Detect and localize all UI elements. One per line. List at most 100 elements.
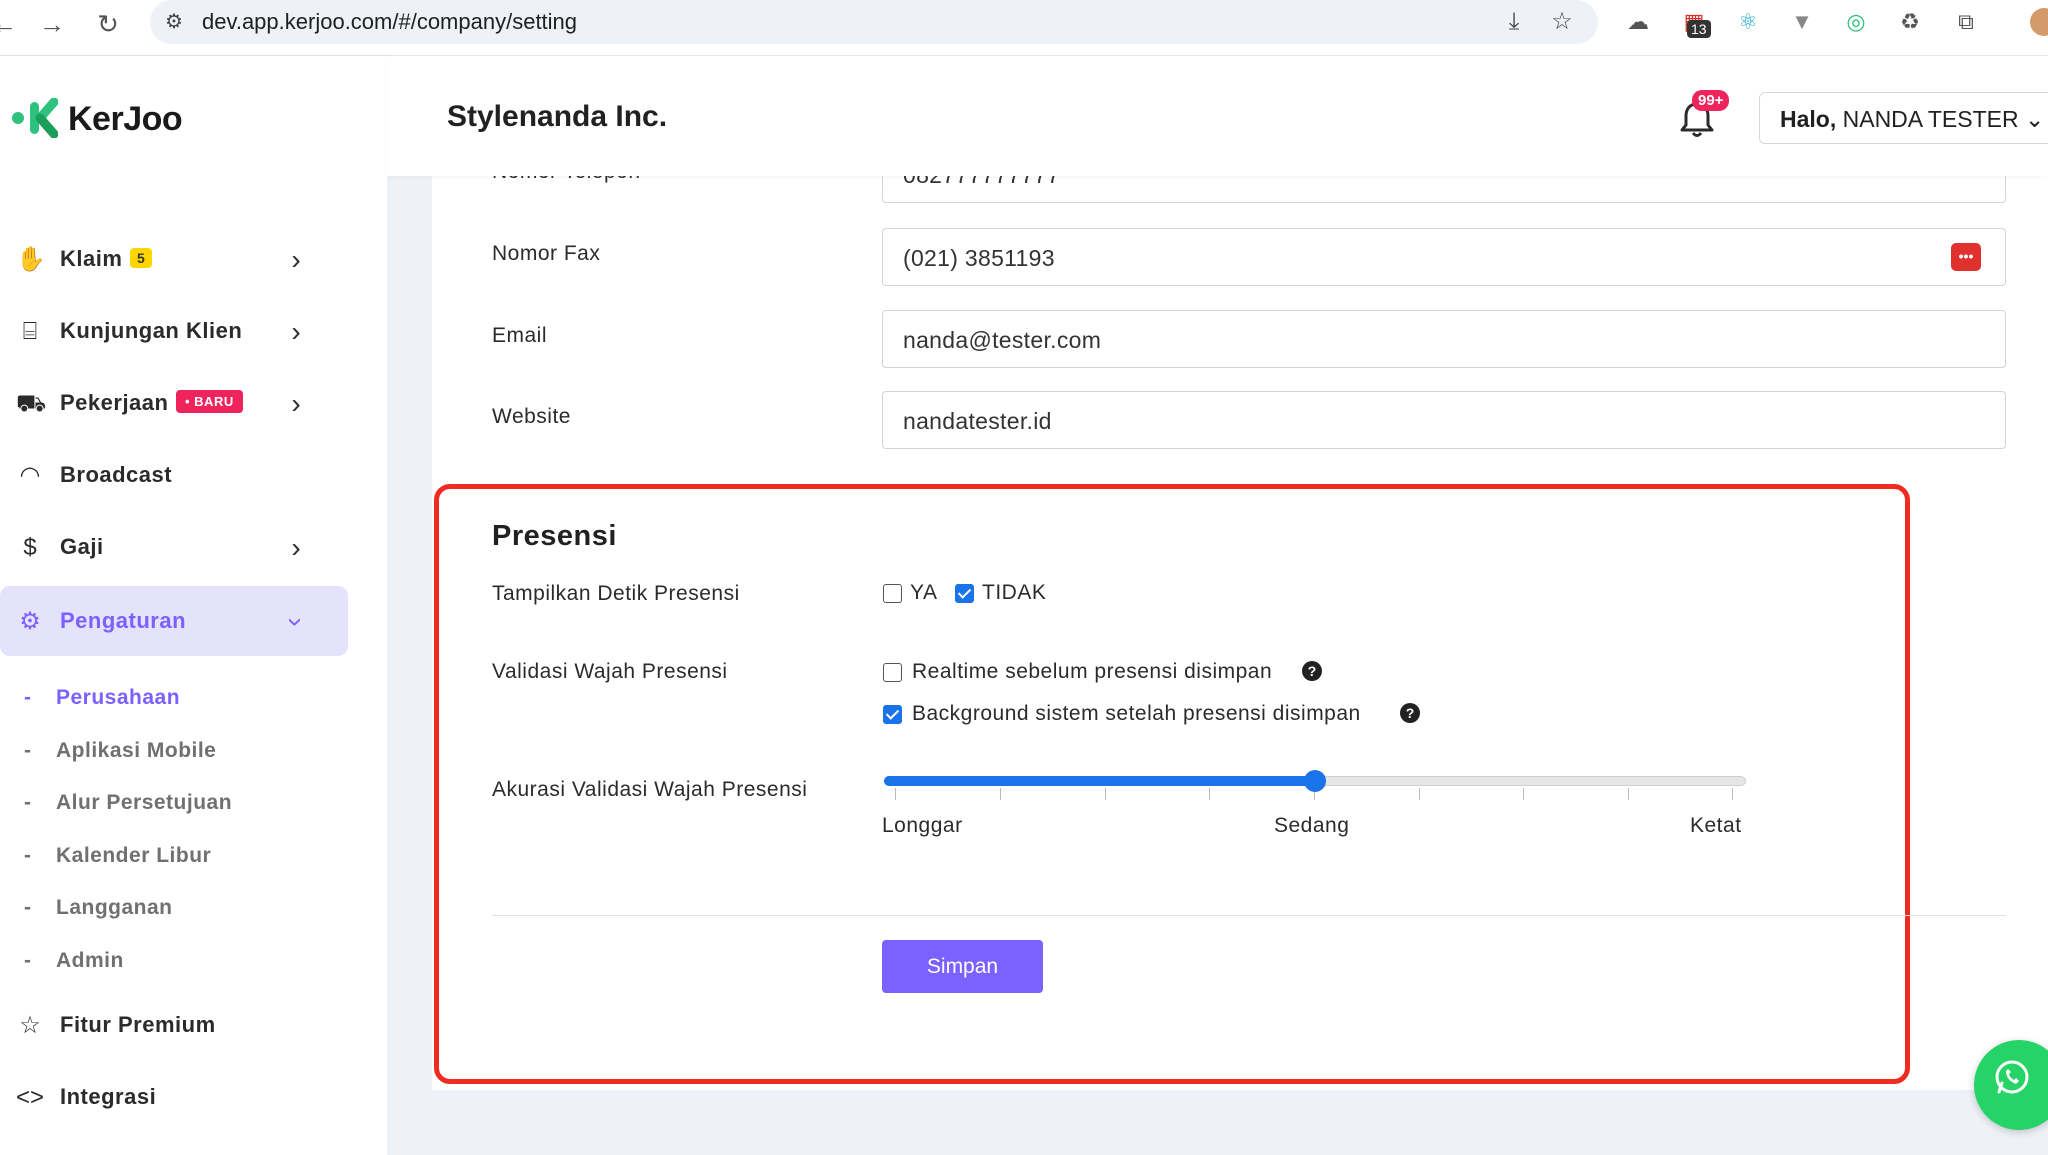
- target-ext-icon[interactable]: ◎: [1840, 6, 1872, 38]
- sidebar-item-klaim[interactable]: ✋ Klaim 5 ›: [0, 224, 348, 294]
- whatsapp-icon: [1995, 1060, 2029, 1094]
- question-circle-icon[interactable]: ?: [1302, 661, 1322, 681]
- chevron-right-icon: ›: [291, 244, 301, 275]
- recycle-ext-icon[interactable]: ♻: [1894, 6, 1926, 38]
- password-manager-icon[interactable]: •••: [1951, 243, 1981, 271]
- ya-label: YA: [910, 581, 938, 604]
- sidebar: KerJoo ✋ Klaim 5 › ⌸ Kunjungan Klien › ⛟…: [0, 56, 387, 1155]
- slider-min-label: Longgar: [882, 814, 963, 837]
- browser-toolbar: ← → ↻ ⚙ dev.app.kerjoo.com/#/company/set…: [0, 0, 2048, 56]
- reload-icon[interactable]: ↻: [90, 6, 126, 42]
- user-menu-button[interactable]: Halo, NANDA TESTER ⌄: [1759, 92, 2048, 144]
- cloud-icon[interactable]: ☁: [1622, 6, 1654, 38]
- profile-avatar[interactable]: [2030, 8, 2048, 36]
- sidebar-item-label: Broadcast: [60, 462, 173, 487]
- slider-tick: [895, 788, 896, 800]
- react-devtools-icon[interactable]: ⚛: [1732, 6, 1764, 38]
- website-value: nandatester.id: [903, 408, 1052, 434]
- truck-work-icon: ⛟: [16, 390, 47, 417]
- fax-field[interactable]: (021) 3851193 •••: [882, 228, 2006, 286]
- sidebar-item-kunjungan-klien[interactable]: ⌸ Kunjungan Klien ›: [0, 296, 348, 366]
- back-icon[interactable]: ←: [0, 6, 22, 42]
- submenu-alur-persetujuan[interactable]: - Alur Persetujuan: [24, 791, 232, 815]
- slider-tick: [1523, 788, 1524, 800]
- realtime-checkbox[interactable]: [883, 663, 902, 682]
- vue-icon[interactable]: ▼: [1786, 6, 1818, 38]
- address-bar[interactable]: ⚙ dev.app.kerjoo.com/#/company/setting ⤓…: [150, 0, 1598, 44]
- puzzle-extensions-icon[interactable]: ⧉: [1950, 6, 1982, 38]
- tidak-checkbox[interactable]: [955, 584, 974, 603]
- submenu-langganan[interactable]: - Langganan: [24, 896, 173, 920]
- notification-badge: 99+: [1692, 90, 1730, 111]
- submenu-perusahaan[interactable]: - Perusahaan: [24, 686, 180, 710]
- slider-tick: [1732, 788, 1733, 800]
- accuracy-slider-fill: [884, 776, 1315, 786]
- new-badge-text: BARU: [194, 394, 234, 409]
- hand-money-icon: ✋: [16, 246, 46, 273]
- chevron-down-icon: ⌄: [2024, 106, 2045, 132]
- install-icon[interactable]: ⤓: [1498, 6, 1530, 38]
- submenu-admin[interactable]: - Admin: [24, 949, 124, 973]
- slider-tick: [1419, 788, 1420, 800]
- submenu-label: Aplikasi Mobile: [56, 739, 217, 762]
- ext-badge: 13: [1687, 20, 1711, 38]
- sidebar-item-label: Fitur Premium: [60, 1012, 216, 1037]
- sidebar-item-integrasi[interactable]: <> Integrasi: [0, 1062, 348, 1132]
- show-seconds-label: Tampilkan Detik Presensi: [492, 582, 740, 605]
- chevron-down-icon: ›: [281, 617, 312, 627]
- sidebar-item-label: Pengaturan: [60, 608, 187, 633]
- form-divider: [492, 915, 2006, 916]
- accuracy-slider-thumb[interactable]: [1304, 770, 1326, 792]
- background-checkbox[interactable]: [883, 705, 902, 724]
- sidebar-item-pekerjaan[interactable]: ⛟ Pekerjaan • BARU ›: [0, 368, 348, 438]
- question-circle-icon[interactable]: ?: [1400, 703, 1420, 723]
- sidebar-item-label: Klaim: [60, 246, 123, 271]
- sidebar-item-label: Kunjungan Klien: [60, 318, 243, 343]
- website-field[interactable]: nandatester.id: [882, 391, 2006, 449]
- slider-mid-label: Sedang: [1274, 814, 1350, 837]
- slider-tick: [1105, 788, 1106, 800]
- ya-checkbox[interactable]: [883, 584, 902, 603]
- tidak-label: TIDAK: [982, 581, 1047, 604]
- accuracy-label: Akurasi Validasi Wajah Presensi: [492, 778, 808, 801]
- submenu-kalender-libur[interactable]: - Kalender Libur: [24, 844, 211, 868]
- sidebar-item-pengaturan[interactable]: ⚙ Pengaturan ›: [0, 586, 348, 656]
- logo-dot: [12, 112, 24, 124]
- slider-max-label: Ketat: [1690, 814, 1742, 837]
- realtime-label: Realtime sebelum presensi disimpan: [912, 660, 1273, 683]
- user-name: NANDA TESTER: [1842, 106, 2019, 132]
- user-greeting: Halo,: [1780, 106, 1837, 132]
- forward-icon[interactable]: →: [34, 6, 70, 42]
- klaim-count-badge: 5: [130, 248, 152, 268]
- gear-icon: ⚙: [19, 608, 41, 635]
- presensi-title: Presensi: [492, 520, 617, 552]
- sidebar-item-label: Integrasi: [60, 1084, 157, 1109]
- chevron-right-icon: ›: [291, 388, 301, 419]
- sidebar-item-broadcast[interactable]: ◠ Broadcast: [0, 440, 348, 510]
- submenu-label: Admin: [56, 949, 124, 972]
- page-title: Stylenanda Inc.: [447, 100, 668, 133]
- website-label: Website: [492, 405, 571, 428]
- submenu-aplikasi-mobile[interactable]: - Aplikasi Mobile: [24, 739, 216, 763]
- app-header: Stylenanda Inc. 99+ Halo, NANDA TESTER ⌄: [387, 56, 2048, 176]
- submenu-label: Alur Persetujuan: [56, 791, 233, 814]
- site-settings-icon[interactable]: ⚙: [160, 8, 188, 36]
- sidebar-item-fitur-premium[interactable]: ☆ Fitur Premium: [0, 990, 348, 1060]
- submenu-label: Perusahaan: [56, 686, 181, 709]
- rss-icon: ◠: [19, 462, 41, 489]
- sidebar-item-gaji[interactable]: $ Gaji ›: [0, 512, 348, 582]
- bookmark-star-icon[interactable]: ☆: [1546, 6, 1578, 38]
- submenu-label: Langganan: [56, 896, 173, 919]
- slider-tick: [1000, 788, 1001, 800]
- chevron-right-icon: ›: [291, 316, 301, 347]
- save-button[interactable]: Simpan: [882, 940, 1043, 993]
- briefcase-icon: ⌸: [22, 318, 38, 345]
- sidebar-item-label: Pekerjaan: [60, 390, 169, 415]
- submenu-label: Kalender Libur: [56, 844, 212, 867]
- fax-value: (021) 3851193: [903, 245, 1055, 271]
- star-icon: ☆: [19, 1012, 41, 1039]
- url-text[interactable]: dev.app.kerjoo.com/#/company/setting: [202, 9, 577, 35]
- slider-tick: [1628, 788, 1629, 800]
- email-field[interactable]: nanda@tester.com: [882, 310, 2006, 368]
- slider-tick: [1209, 788, 1210, 800]
